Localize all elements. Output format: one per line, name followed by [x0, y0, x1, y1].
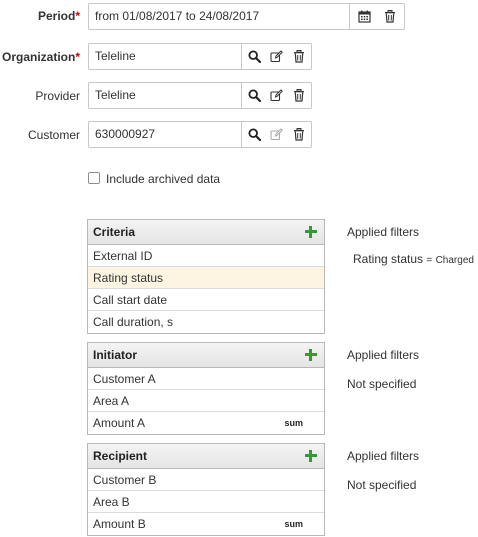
edit-icon [267, 125, 286, 144]
sum-tag: sum [284, 519, 303, 529]
edit-icon[interactable] [267, 86, 286, 105]
provider-value[interactable]: Teleline [89, 83, 241, 108]
period-field[interactable]: from 01/08/2017 to 24/08/2017 [88, 3, 405, 30]
trash-icon[interactable] [380, 7, 399, 26]
initiator-header: Initiator [88, 343, 324, 368]
calendar-icon[interactable] [355, 7, 374, 26]
initiator-item[interactable]: Customer A [88, 368, 324, 390]
filter-name: Rating status [353, 252, 424, 266]
criteria-item[interactable]: Call start date [88, 289, 324, 311]
recipient-item[interactable]: Customer B [88, 469, 324, 491]
trash-icon[interactable] [289, 125, 308, 144]
edit-icon[interactable] [267, 47, 286, 66]
initiator-applied-filters-heading: Applied filters [347, 348, 420, 362]
search-icon[interactable] [245, 47, 264, 66]
organization-value[interactable]: Teleline [89, 44, 241, 69]
recipient-title: Recipient [93, 449, 148, 463]
provider-field[interactable]: Teleline [88, 82, 312, 109]
search-icon[interactable] [245, 125, 264, 144]
add-criteria-plus-icon[interactable] [304, 225, 318, 239]
initiator-title: Initiator [93, 348, 137, 362]
organization-label: Organization* [1, 50, 80, 64]
add-initiator-plus-icon[interactable] [304, 348, 318, 362]
customer-value[interactable]: 630000927 [89, 122, 241, 147]
criteria-panel: Criteria External ID Rating status Call … [87, 219, 325, 334]
organization-field[interactable]: Teleline [88, 43, 312, 70]
include-archived-label[interactable]: Include archived data [106, 172, 220, 186]
include-archived-checkbox[interactable] [88, 172, 100, 184]
recipient-header: Recipient [88, 444, 324, 469]
initiator-panel: Initiator Customer A Area A Amount Asum [87, 342, 325, 435]
recipient-applied-filters-heading: Applied filters [347, 449, 420, 463]
trash-icon[interactable] [289, 47, 308, 66]
search-icon[interactable] [245, 86, 264, 105]
initiator-filters-text: Not specified [347, 377, 417, 391]
recipient-item[interactable]: Area B [88, 491, 324, 513]
applied-filter[interactable]: Rating status = Charged [353, 252, 474, 266]
filter-value: Charged [435, 255, 474, 266]
period-label: Period* [37, 9, 80, 23]
criteria-header: Criteria [88, 220, 324, 245]
add-recipient-plus-icon[interactable] [304, 449, 318, 463]
trash-icon[interactable] [289, 86, 308, 105]
customer-field[interactable]: 630000927 [88, 121, 312, 148]
recipient-panel: Recipient Customer B Area B Amount Bsum [87, 443, 325, 536]
customer-label: Customer [27, 128, 80, 142]
criteria-title: Criteria [93, 225, 136, 239]
initiator-item[interactable]: Area A [88, 390, 324, 412]
recipient-filters-text: Not specified [347, 478, 417, 492]
sum-tag: sum [284, 418, 303, 428]
criteria-applied-filters-heading: Applied filters [347, 225, 420, 239]
provider-label: Provider [35, 89, 80, 103]
filter-operator: = [426, 255, 433, 266]
recipient-item[interactable]: Amount Bsum [88, 513, 324, 535]
criteria-item[interactable]: Call duration, s [88, 311, 324, 333]
criteria-item-selected[interactable]: Rating status [88, 267, 324, 289]
initiator-item[interactable]: Amount Asum [88, 412, 324, 434]
period-value[interactable]: from 01/08/2017 to 24/08/2017 [89, 4, 349, 29]
criteria-item[interactable]: External ID [88, 245, 324, 267]
